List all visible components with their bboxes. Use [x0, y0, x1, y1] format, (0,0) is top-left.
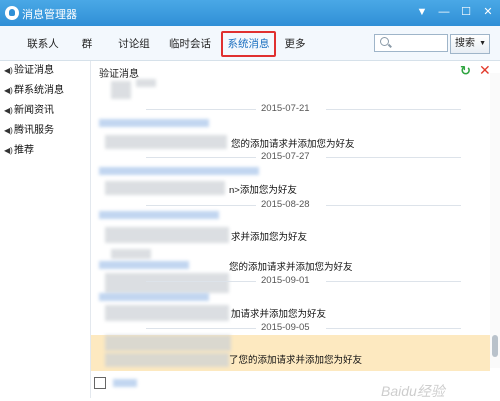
sidebar: ◀)验证消息 ◀)群系统消息 ◀)新闻资讯 ◀)腾讯服务 ◀)推荐: [0, 61, 91, 398]
sidebar-item-label: 验证消息: [14, 65, 54, 76]
speaker-icon: ◀): [4, 126, 13, 135]
redacted-content: [105, 353, 229, 367]
date-label: 2015-07-27: [261, 151, 310, 162]
scrollbar[interactable]: [490, 73, 500, 368]
sidebar-item-verification[interactable]: ◀)验证消息: [4, 63, 54, 79]
redacted-contact-name[interactable]: [99, 261, 189, 269]
redacted-contact-name[interactable]: [99, 293, 209, 301]
sidebar-item-label: 新闻资讯: [14, 105, 54, 116]
redacted-content: [105, 335, 231, 351]
search-input[interactable]: [374, 34, 448, 52]
message-text: 加请求并添加您为好友: [231, 309, 327, 320]
redacted-content: [111, 249, 151, 259]
date-separator: 2015-07-27: [91, 151, 481, 163]
date-separator: 2015-08-28: [91, 199, 481, 211]
redacted-contact-name[interactable]: [99, 167, 259, 175]
tab-groups[interactable]: 群: [80, 35, 94, 53]
search-icon: [380, 37, 389, 46]
tab-more[interactable]: 更多: [283, 35, 307, 53]
tab-temporary-chats[interactable]: 临时会话: [167, 35, 213, 53]
tab-toolbar: 联系人 群 讨论组 临时会话 系统消息 更多 搜索 ▼: [0, 26, 500, 61]
redacted-content: [105, 227, 229, 243]
redacted-content: [105, 305, 229, 321]
message-text: 您的添加请求并添加您为好友: [231, 139, 355, 150]
refresh-icon[interactable]: ↻: [460, 63, 471, 79]
speaker-icon: ◀): [4, 146, 13, 155]
close-button[interactable]: ✕: [480, 4, 496, 20]
message-text: n>添加您为好友: [229, 185, 297, 196]
window-title: 消息管理器: [22, 9, 77, 21]
redacted-contact-name[interactable]: [99, 211, 219, 219]
sidebar-item-news[interactable]: ◀)新闻资讯: [4, 103, 54, 119]
delete-icon[interactable]: ✕: [479, 62, 491, 79]
minimize-button[interactable]: —: [436, 4, 452, 20]
tab-contacts[interactable]: 联系人: [25, 35, 61, 53]
message-pane: 验证消息 ↻ ✕ 2015-07-21 2015-07-27 2015-08-2…: [91, 61, 500, 399]
message-text: 求并添加您为好友: [231, 232, 308, 243]
search-button-label: 搜索: [455, 38, 475, 49]
search-button[interactable]: 搜索 ▼: [450, 34, 490, 54]
message-text: 您的添加请求并添加您为好友: [229, 262, 353, 273]
speaker-icon: ◀): [4, 66, 13, 75]
sidebar-item-tencent-services[interactable]: ◀)腾讯服务: [4, 123, 54, 139]
redacted-content: [105, 135, 227, 149]
date-label: 2015-09-05: [261, 322, 310, 333]
date-separator: 2015-09-05: [91, 322, 481, 334]
tab-discussion-groups[interactable]: 讨论组: [117, 35, 151, 53]
message-text: 了您的添加请求并添加您为好友: [229, 355, 363, 366]
date-separator: 2015-09-01: [91, 275, 481, 287]
date-label: 2015-08-28: [261, 199, 310, 210]
redacted-content: [136, 79, 156, 87]
pane-title: 验证消息: [99, 69, 139, 80]
redacted-content: [111, 81, 131, 99]
sidebar-item-group-system[interactable]: ◀)群系统消息: [4, 83, 64, 99]
qq-logo-icon: [5, 6, 19, 20]
maximize-button[interactable]: ☐: [458, 4, 474, 20]
watermark: Baidu经验: [381, 383, 445, 399]
tab-system-messages[interactable]: 系统消息: [221, 31, 276, 57]
redacted-content: [105, 181, 225, 195]
redacted-contact-name[interactable]: [99, 119, 209, 127]
document-icon[interactable]: [94, 377, 106, 389]
date-separator: 2015-07-21: [91, 103, 481, 115]
title-bar: 消息管理器 ▼ — ☐ ✕: [0, 0, 500, 26]
menu-dropdown-icon[interactable]: ▼: [414, 4, 430, 20]
scrollbar-thumb[interactable]: [492, 335, 498, 357]
date-label: 2015-07-21: [261, 103, 310, 114]
sidebar-item-label: 群系统消息: [14, 85, 64, 96]
sidebar-item-label: 腾讯服务: [14, 125, 54, 136]
sidebar-item-recommend[interactable]: ◀)推荐: [4, 143, 34, 159]
redacted-content: [113, 379, 137, 387]
sidebar-item-label: 推荐: [14, 145, 34, 156]
chevron-down-icon: ▼: [479, 40, 486, 47]
date-label: 2015-09-01: [261, 275, 310, 286]
speaker-icon: ◀): [4, 106, 13, 115]
speaker-icon: ◀): [4, 86, 13, 95]
